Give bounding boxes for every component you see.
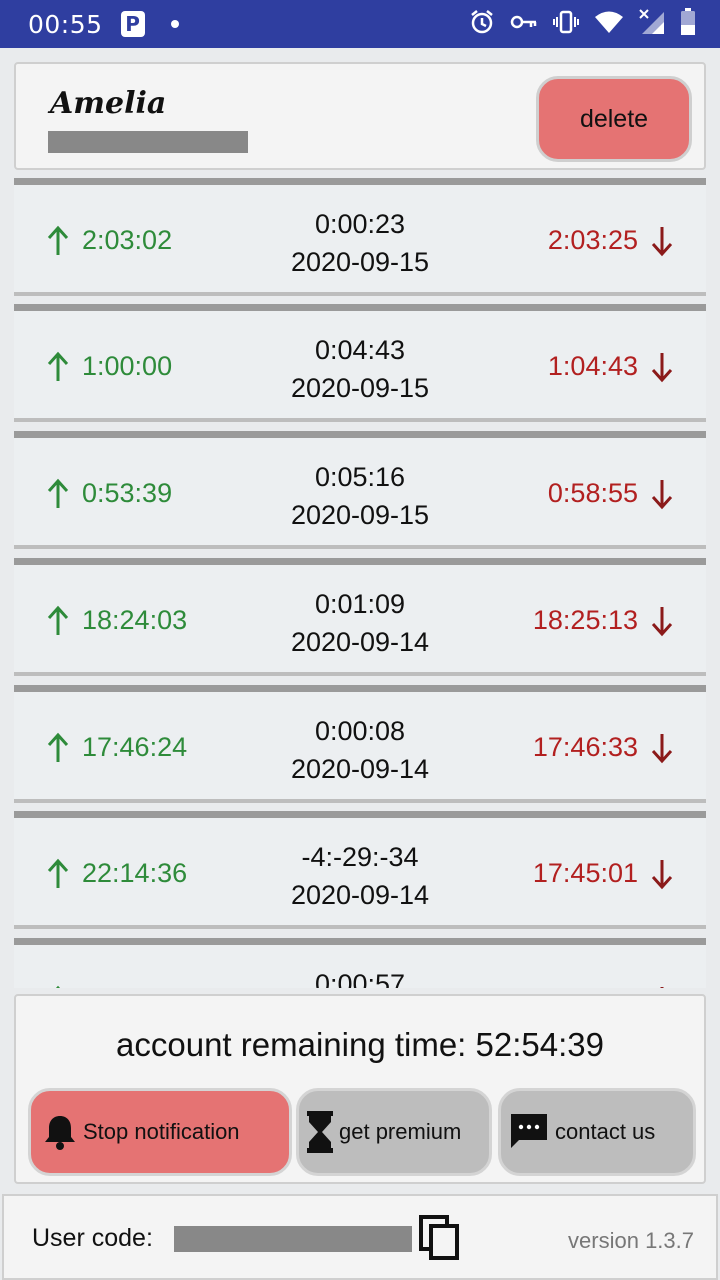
entry-duration: -4:-29:-34 [301, 842, 419, 872]
upload-time: 1:00:00 [82, 351, 173, 381]
user-header-card: Amelia delete [14, 62, 706, 170]
upload-time: 0:53:39 [82, 478, 173, 508]
download-time: 17:46:33 [532, 732, 638, 762]
get-premium-button[interactable]: get premium [296, 1088, 492, 1176]
arrow-up-icon [46, 858, 70, 894]
contact-us-label: contact us [555, 1119, 656, 1144]
entry-duration: 0:01:09 [314, 589, 406, 619]
status-bar: 00:55 P [0, 0, 720, 48]
entry-date: 2020-09-14 [290, 627, 430, 657]
redacted-subtitle [48, 131, 248, 153]
entry-center: 0:01:09 2020-09-14 [260, 585, 460, 661]
upload-time: 2:03:02 [82, 225, 173, 255]
arrow-up-icon [46, 605, 70, 641]
footer-bar: User code: version 1.3.7 [2, 1194, 718, 1280]
entry-duration: 0:00:23 [314, 209, 406, 239]
entry-date: 2020-09-15 [290, 373, 430, 403]
list-item[interactable]: 0:53:39 0:05:16 2020-09-15 0:58:55 [14, 431, 706, 549]
contact-us-button[interactable]: contact us [498, 1088, 696, 1176]
bell-icon [43, 1113, 77, 1151]
entry-date: 2020-09-15 [290, 247, 430, 277]
download-time: 17:45:01 [532, 858, 638, 888]
arrow-down-icon [650, 478, 674, 514]
entry-duration: 0:00:08 [314, 716, 406, 746]
entry-duration: 0:05:16 [314, 462, 406, 492]
list-item[interactable]: 1:00:00 0:04:43 2020-09-15 1:04:43 [14, 304, 706, 422]
list-item[interactable]: 22:14:36 -4:-29:-34 2020-09-14 17:45:01 [14, 811, 706, 929]
user-code-label: User code: [32, 1224, 153, 1252]
stop-notification-button[interactable]: Stop notification [28, 1088, 292, 1176]
chat-icon [509, 1112, 549, 1152]
wifi-icon [594, 10, 624, 38]
list-item[interactable]: 2:03:02 0:00:23 2020-09-15 2:03:25 [14, 178, 706, 296]
arrow-down-icon [650, 225, 674, 261]
vibrate-icon [552, 9, 580, 39]
list-item[interactable]: 18:24:03 0:01:09 2020-09-14 18:25:13 [14, 558, 706, 676]
battery-icon [680, 8, 696, 40]
list-item[interactable]: 17:46:24 0:00:08 2020-09-14 17:46:33 [14, 685, 706, 803]
download-time: 0:58:55 [547, 478, 638, 508]
status-icons [468, 8, 696, 40]
entry-date: 2020-09-14 [290, 754, 430, 784]
arrow-down-icon [650, 858, 674, 894]
entry-duration: 0:04:43 [314, 335, 406, 365]
download-time: 2:03:25 [547, 225, 638, 255]
entry-center: 0:00:23 2020-09-15 [260, 205, 460, 281]
arrow-down-icon [650, 985, 674, 988]
app-version: version 1.3.7 [568, 1228, 694, 1253]
status-time: 00:55 [28, 9, 103, 39]
copy-icon[interactable] [418, 1214, 462, 1266]
arrow-up-icon [46, 351, 70, 387]
delete-button[interactable]: delete [536, 76, 692, 162]
hourglass-icon [307, 1111, 333, 1153]
alarm-icon [468, 8, 496, 40]
arrow-up-icon [46, 225, 70, 261]
parking-app-icon: P [120, 11, 145, 37]
signal-icon [638, 8, 666, 40]
redacted-user-code [174, 1226, 412, 1252]
get-premium-label: get premium [339, 1119, 462, 1144]
entry-center: 0:04:43 2020-09-15 [260, 331, 460, 407]
arrow-down-icon [650, 732, 674, 768]
download-time: 1:04:43 [547, 351, 638, 381]
session-list[interactable]: 2:03:02 0:00:23 2020-09-15 2:03:25 1:00:… [14, 178, 706, 988]
entry-duration: 0:00:57 [314, 969, 406, 988]
arrow-up-icon [46, 478, 70, 514]
arrow-down-icon [650, 351, 674, 387]
account-panel: account remaining time: 52:54:39 Stop no… [14, 994, 706, 1184]
list-item[interactable]: 0:00:57 [14, 938, 706, 988]
entry-center: 0:00:57 [260, 965, 460, 988]
arrow-up-icon [46, 732, 70, 768]
entry-center: -4:-29:-34 2020-09-14 [260, 838, 460, 914]
upload-time: 22:14:36 [82, 858, 188, 888]
entry-date: 2020-09-14 [290, 880, 430, 910]
upload-time: 18:24:03 [82, 605, 188, 635]
entry-center: 0:00:08 2020-09-14 [260, 712, 460, 788]
download-time: 18:25:13 [532, 605, 638, 635]
arrow-up-icon [46, 985, 70, 988]
stop-notification-label: Stop notification [83, 1119, 240, 1144]
notification-dot-icon [170, 20, 179, 28]
entry-date: 2020-09-15 [290, 500, 430, 530]
upload-time: 17:46:24 [82, 732, 188, 762]
arrow-down-icon [650, 605, 674, 641]
user-name: Amelia [50, 86, 167, 121]
key-icon [510, 12, 538, 36]
remaining-time-text: account remaining time: 52:54:39 [116, 1026, 604, 1063]
entry-center: 0:05:16 2020-09-15 [260, 458, 460, 534]
